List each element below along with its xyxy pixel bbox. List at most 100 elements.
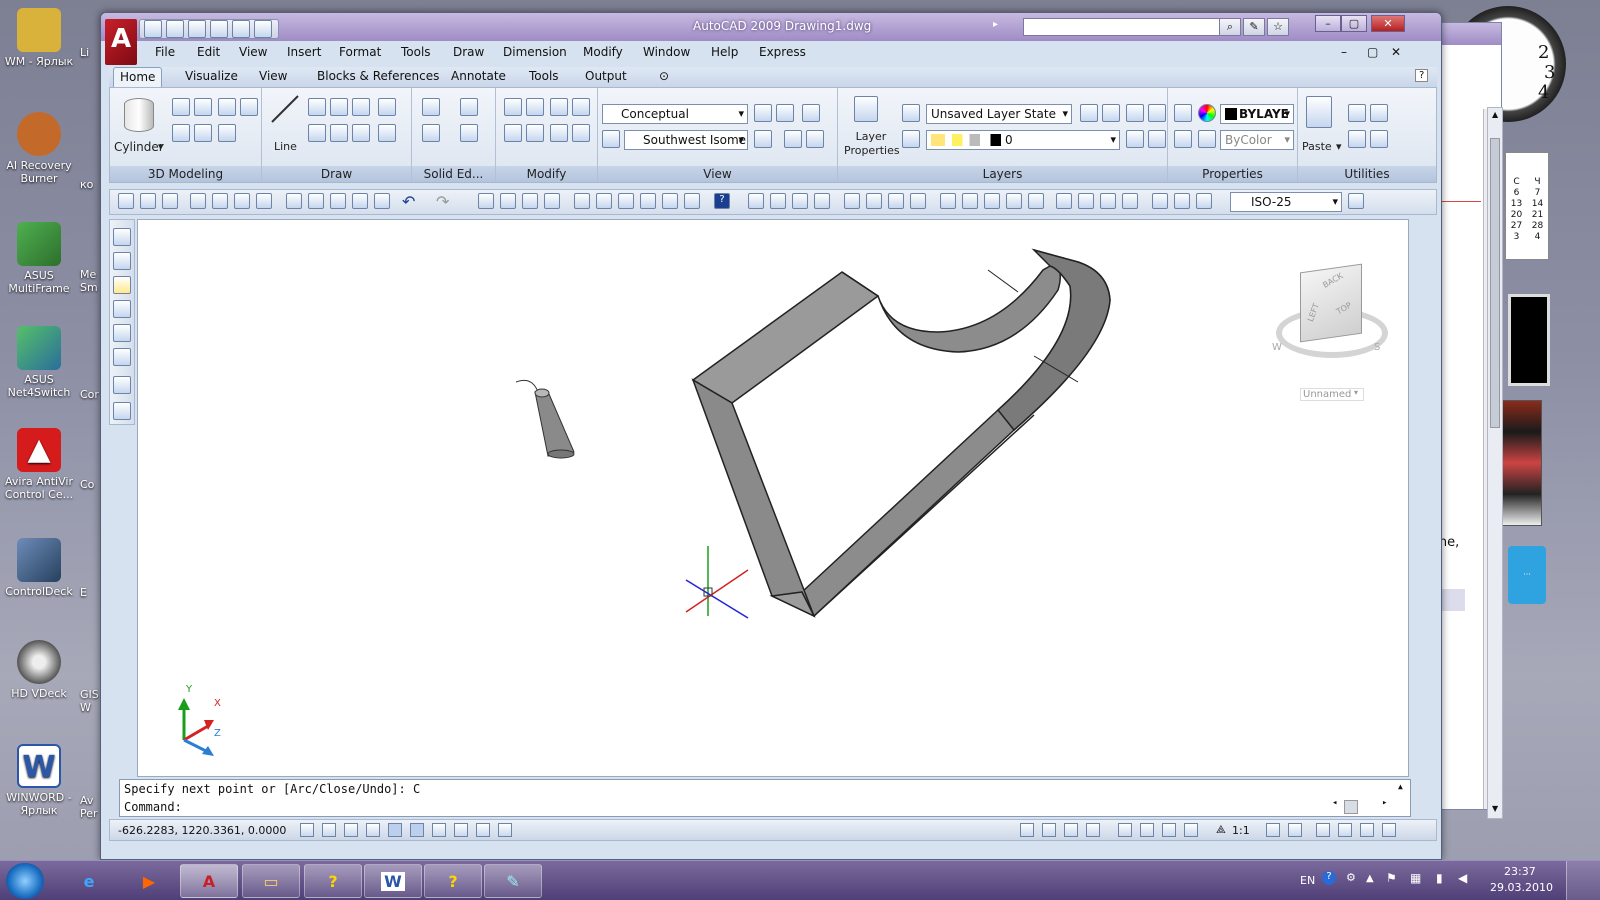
taskbar-media[interactable]: ▶ [120, 864, 178, 898]
chamfer-icon[interactable] [572, 124, 590, 142]
tool-palettes-icon[interactable] [618, 193, 634, 209]
layer-state-select[interactable]: Unsaved Layer State [926, 104, 1072, 124]
command-scroll-thumb[interactable] [1344, 800, 1358, 814]
xray-icon[interactable] [754, 104, 772, 122]
undo-icon[interactable] [232, 20, 250, 38]
helix-icon[interactable] [194, 124, 212, 142]
dimension-break-icon[interactable] [1028, 193, 1044, 209]
tab-home[interactable]: Home [113, 67, 163, 87]
list-icon[interactable] [1174, 130, 1192, 148]
polygon-icon[interactable] [330, 124, 348, 142]
layout1-icon[interactable] [1042, 823, 1056, 837]
jogged-icon[interactable] [866, 193, 882, 209]
orbit-icon[interactable] [784, 130, 802, 148]
command-scroll-up-icon[interactable]: ▲ [1398, 782, 1403, 791]
desktop-icon-asus-net4switch[interactable]: ASUS Net4Switch [2, 326, 76, 399]
dyn-icon[interactable] [476, 823, 490, 837]
tab-view[interactable]: View [253, 69, 293, 83]
command-scroll-left-icon[interactable]: ◂ [1332, 798, 1337, 808]
compass-west[interactable]: W [1272, 342, 1282, 353]
block-editor-icon[interactable] [374, 193, 390, 209]
match-properties-icon[interactable] [1174, 104, 1192, 122]
panel-title[interactable]: Modify [496, 166, 597, 182]
circle-icon[interactable] [378, 98, 396, 116]
extrude-icon[interactable] [172, 98, 190, 116]
quick-select-icon[interactable] [1348, 130, 1366, 148]
communication-icon[interactable]: ✎ [1243, 18, 1265, 36]
extruded-solid-object[interactable] [691, 248, 1111, 618]
new-icon[interactable] [144, 20, 162, 38]
inspection-icon[interactable] [1100, 193, 1116, 209]
separate-icon[interactable] [460, 124, 478, 142]
taskbar-explorer[interactable]: ▭ [242, 864, 300, 898]
clean-screen-icon[interactable] [1382, 823, 1396, 837]
ducs-icon[interactable] [454, 823, 468, 837]
box-icon[interactable] [113, 228, 131, 246]
linear-dimension-icon[interactable] [748, 193, 764, 209]
radius-icon[interactable] [844, 193, 860, 209]
3d-rotate-icon[interactable] [526, 98, 544, 116]
dimension-space-icon[interactable] [1006, 193, 1022, 209]
sheet-set-icon[interactable] [640, 193, 656, 209]
layer-isolate-icon[interactable] [1102, 104, 1120, 122]
desktop-icon-avira[interactable]: ▲ Avira AntiVir Control Ce... [2, 428, 76, 501]
line-icon[interactable] [270, 94, 300, 126]
menu-dimension[interactable]: Dimension [503, 45, 567, 59]
grid-icon[interactable] [344, 823, 358, 837]
desktop-icon-hd-vdeck[interactable]: HD VDeck [2, 640, 76, 700]
color-wheel-icon[interactable] [1198, 104, 1216, 122]
menu-edit[interactable]: Edit [197, 45, 220, 59]
zoom-previous-icon[interactable] [602, 130, 620, 148]
save-icon[interactable] [188, 20, 206, 38]
status-menu-icon[interactable] [1360, 823, 1374, 837]
plot-style-icon[interactable] [1198, 130, 1216, 148]
slice-icon[interactable] [422, 124, 440, 142]
taskbar-help[interactable]: ? [304, 864, 362, 898]
rotate-icon[interactable] [504, 124, 522, 142]
osnap-icon[interactable] [410, 823, 424, 837]
menu-express[interactable]: Express [759, 45, 806, 59]
desktop-icon-winword[interactable]: W WINWORD - Ярлык [2, 744, 76, 817]
taskbar-word[interactable]: W [364, 864, 422, 898]
compass-south[interactable]: S [1374, 342, 1380, 353]
move-icon[interactable] [504, 98, 522, 116]
layer-walk-icon[interactable] [1126, 130, 1144, 148]
dimension-edit-icon[interactable] [1152, 193, 1168, 209]
blue-gadget[interactable]: ··· [1508, 546, 1546, 604]
open-icon[interactable] [140, 193, 156, 209]
menu-modify[interactable]: Modify [583, 45, 623, 59]
clock-date[interactable]: 29.03.2010 [1490, 881, 1553, 894]
infer-icon[interactable] [300, 823, 314, 837]
lineweight-icon[interactable] [498, 823, 512, 837]
color-select[interactable]: BYLAYE [1220, 104, 1294, 124]
taskbar-autocad[interactable]: A [180, 864, 238, 898]
sweep-icon[interactable] [218, 98, 236, 116]
polysolid-icon[interactable] [218, 124, 236, 142]
viewcube[interactable]: BACK TOP LEFT W S [1272, 263, 1390, 360]
menu-help[interactable]: Help [711, 45, 738, 59]
menu-tools[interactable]: Tools [401, 45, 431, 59]
maximize-button[interactable]: ▢ [1341, 15, 1367, 32]
offset-icon[interactable] [526, 124, 544, 142]
command-prompt[interactable]: Command: [124, 800, 182, 814]
cylinder-icon[interactable] [124, 98, 154, 132]
undo-icon[interactable]: ↶ [402, 192, 415, 211]
linetype-select[interactable]: ByColor [1220, 130, 1294, 150]
pan-status-icon[interactable] [1118, 823, 1132, 837]
tray-expand-icon[interactable]: ▲ [1366, 873, 1374, 884]
plot-preview-icon[interactable] [212, 193, 228, 209]
cut-icon[interactable] [1348, 104, 1366, 122]
start-button[interactable] [6, 863, 44, 899]
show-desktop-button[interactable] [1566, 861, 1600, 900]
render-icon[interactable] [113, 324, 131, 342]
open-icon[interactable] [166, 20, 184, 38]
volume-icon[interactable]: ◀ [1458, 871, 1467, 885]
jogged-linear-icon[interactable] [1122, 193, 1138, 209]
workspace-icon[interactable] [1316, 823, 1330, 837]
ortho-icon[interactable] [366, 823, 380, 837]
cylinder-button[interactable]: Cylinder [114, 140, 164, 154]
print-icon[interactable] [210, 20, 228, 38]
copy-icon[interactable] [1370, 104, 1388, 122]
minimize-button[interactable]: – [1315, 15, 1341, 32]
autoscale-icon[interactable] [1288, 823, 1302, 837]
